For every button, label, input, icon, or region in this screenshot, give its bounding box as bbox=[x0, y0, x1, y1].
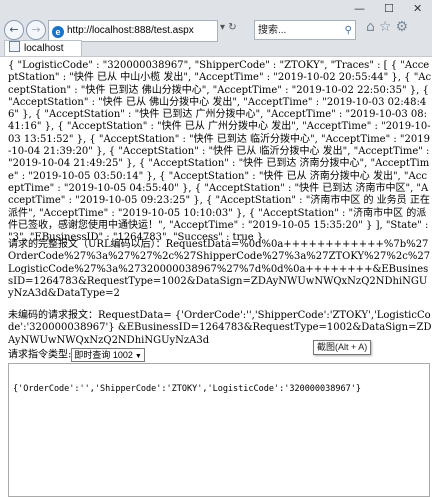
textarea-content: {'OrderCode':'','ShipperCode':'ZTOKY','L… bbox=[13, 384, 361, 394]
screenshot-tooltip: 截图(Alt + A) bbox=[313, 340, 372, 355]
toolbar-icons: ⌂☆⚙ bbox=[366, 19, 412, 35]
request-type-selected: 即时查询 1002 bbox=[74, 350, 133, 360]
search-input[interactable]: 搜索... ⚲ bbox=[254, 20, 356, 40]
gear-icon[interactable]: ⚙ bbox=[395, 19, 412, 35]
minimize-button[interactable]: — bbox=[354, 2, 365, 15]
tab-title: localhost bbox=[24, 43, 64, 54]
close-button[interactable]: ✕ bbox=[413, 2, 422, 15]
home-icon[interactable]: ⌂ bbox=[366, 19, 379, 35]
encoded-request-text: 请求的完整报文（URL编码以后）：RequestData=%0d%0a+++++… bbox=[8, 239, 431, 300]
favorites-star-icon[interactable]: ☆ bbox=[379, 19, 396, 35]
address-bar[interactable]: e http://localhost:888/test.aspx bbox=[48, 20, 218, 42]
forward-arrow-icon: → bbox=[31, 23, 41, 36]
request-type-label: 请求指令类型: bbox=[8, 349, 72, 361]
address-buttons[interactable]: ▾ ↻ bbox=[220, 22, 237, 33]
tab-localhost[interactable]: localhost bbox=[4, 40, 82, 56]
chevron-down-icon: ▼ bbox=[134, 353, 142, 360]
forward-button[interactable]: → bbox=[26, 20, 46, 40]
back-button[interactable]: ← bbox=[4, 20, 24, 40]
search-icon[interactable]: ⚲ bbox=[345, 21, 352, 41]
request-type-select[interactable]: 即时查询 1002 ▼ bbox=[71, 348, 145, 362]
request-textarea[interactable]: {'OrderCode':'','ShipperCode':'ZTOKY','L… bbox=[8, 363, 430, 497]
maximize-button[interactable]: ☐ bbox=[384, 2, 394, 15]
page-tab-icon bbox=[9, 41, 20, 52]
browser-chrome: — ☐ ✕ ← → e http://localhost:888/test.asp… bbox=[0, 0, 432, 57]
request-type-row: 请求指令类型: 即时查询 1002 ▼ bbox=[8, 348, 145, 363]
traces-json-output: { "LogisticCode" : "320000038967", "Ship… bbox=[8, 60, 432, 244]
page-content: { "LogisticCode" : "320000038967", "Ship… bbox=[0, 57, 432, 497]
back-arrow-icon: ← bbox=[9, 23, 19, 36]
address-url: http://localhost:888/test.aspx bbox=[67, 25, 194, 36]
ie-page-icon: e bbox=[52, 26, 64, 38]
search-placeholder: 搜索... bbox=[258, 25, 287, 36]
